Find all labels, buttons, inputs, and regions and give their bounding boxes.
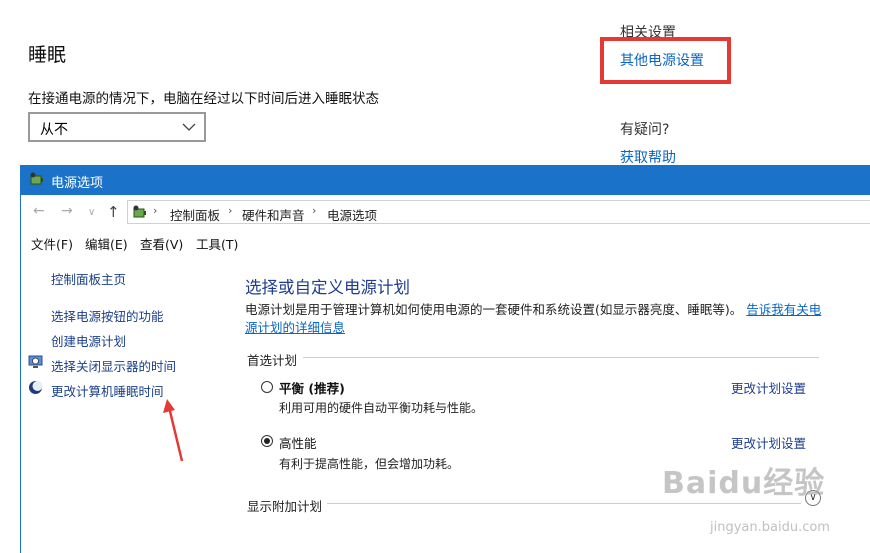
address-row: ← → ∨ ↑ › 控制面板 › 硬件和声音 › 电源选项 (21, 195, 870, 229)
get-help-link[interactable]: 获取帮助 (620, 147, 676, 167)
sidebar-item-display-off-time[interactable]: 选择关闭显示器的时间 (51, 356, 176, 375)
power-options-icon (29, 171, 45, 191)
breadcrumb-separator-icon: › (312, 204, 317, 217)
sidebar-item-control-panel-home[interactable]: 控制面板主页 (51, 269, 126, 288)
plan-high-performance-name: 高性能 (279, 436, 317, 451)
divider (303, 357, 819, 358)
plan-balanced-change-link[interactable]: 更改计划设置 (731, 378, 806, 397)
menu-view[interactable]: 查看(V) (140, 234, 183, 253)
red-arrow-annotation (163, 399, 184, 462)
highlight-annotation-box (600, 37, 731, 84)
additional-plans-label[interactable]: 显示附加计划 (247, 496, 322, 515)
description-text: 电源计划是用于管理计算机如何使用电源的一套硬件和系统设置(如显示器亮度、睡眠等)… (245, 302, 743, 317)
breadcrumb-control-panel[interactable]: 控制面板 (170, 205, 220, 224)
history-dropdown-icon[interactable]: ∨ (88, 207, 95, 218)
sleep-time-dropdown[interactable]: 从不 (28, 112, 206, 142)
watermark-url: jingyan.baidu.com (710, 520, 830, 535)
sidebar-item-sleep-time[interactable]: 更改计算机睡眠时间 (51, 381, 164, 400)
forward-arrow-icon[interactable]: → (61, 203, 73, 219)
plan-balanced-name: 平衡 (推荐) (279, 381, 345, 396)
breadcrumb-power-options[interactable]: 电源选项 (327, 205, 377, 224)
plan-high-performance-radio[interactable] (261, 435, 273, 447)
page-title: 选择或自定义电源计划 (245, 278, 410, 297)
menu-bar: 文件(F) 编辑(E) 查看(V) 工具(T) (21, 231, 870, 253)
menu-tools[interactable]: 工具(T) (196, 234, 238, 253)
plan-balanced-desc: 利用可用的硬件自动平衡功耗与性能。 (279, 401, 484, 415)
menu-edit[interactable]: 编辑(E) (85, 234, 128, 253)
breadcrumb-hardware-sound[interactable]: 硬件和声音 (242, 205, 305, 224)
plan-high-performance-desc: 有利于提高性能，但会增加功耗。 (279, 457, 460, 471)
sleep-time-value: 从不 (40, 122, 68, 138)
menu-file[interactable]: 文件(F) (31, 234, 73, 253)
preferred-plans-label: 首选计划 (247, 353, 298, 368)
plan-balanced-radio[interactable] (261, 381, 273, 393)
sidebar-item-power-button[interactable]: 选择电源按钮的功能 (51, 306, 164, 325)
monitor-clock-icon (28, 354, 43, 373)
chevron-down-icon (182, 118, 196, 140)
back-arrow-icon[interactable]: ← (33, 203, 45, 219)
moon-icon (28, 380, 43, 399)
breadcrumb-separator-icon: › (228, 204, 233, 217)
window-title: 电源选项 (51, 176, 104, 191)
sleep-section-title: 睡眠 (28, 44, 67, 66)
question-title: 有疑问? (620, 122, 670, 138)
up-arrow-icon[interactable]: ↑ (107, 203, 120, 221)
breadcrumb-separator-icon: › (153, 204, 158, 217)
sleep-description: 在接通电源的情况下，电脑在经过以下时间后进入睡眠状态 (28, 91, 379, 107)
window-titlebar: 电源选项 (21, 165, 870, 195)
page-description: 电源计划是用于管理计算机如何使用电源的一套硬件和系统设置(如显示器亮度、睡眠等)… (245, 301, 825, 337)
plan-high-performance-change-link[interactable]: 更改计划设置 (731, 433, 806, 452)
divider (327, 503, 801, 504)
address-bar[interactable]: › 控制面板 › 硬件和声音 › 电源选项 (127, 200, 870, 224)
power-options-icon (132, 204, 148, 223)
main-content: 选择或自定义电源计划 电源计划是用于管理计算机如何使用电源的一套硬件和系统设置(… (221, 253, 870, 553)
sidebar: 控制面板主页 选择电源按钮的功能 创建电源计划 选择关闭显示器的时间 更改计算机… (21, 253, 221, 553)
sidebar-item-create-plan[interactable]: 创建电源计划 (51, 331, 126, 350)
watermark-logo: Baidu经验 (662, 466, 826, 501)
